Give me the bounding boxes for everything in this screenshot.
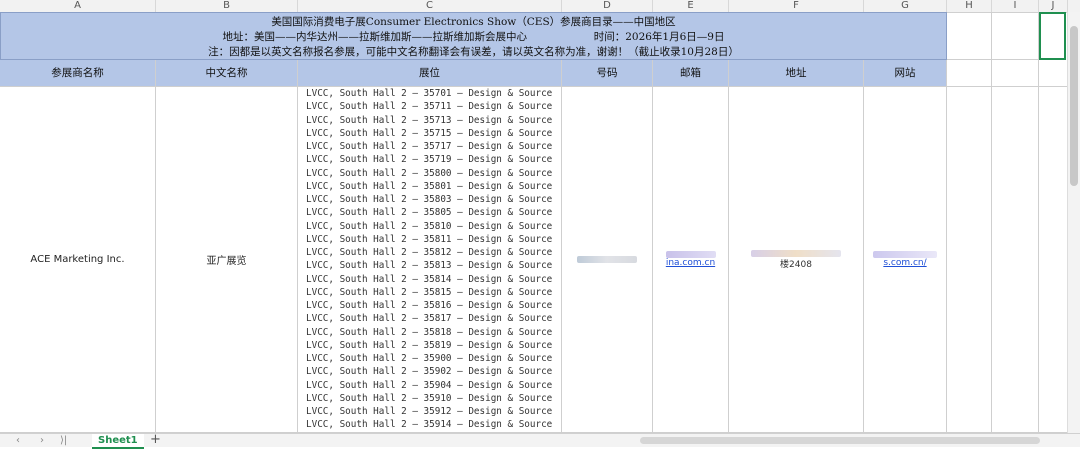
cell-i3[interactable] [992, 87, 1039, 433]
title-line-1: 美国国际消费电子展Consumer Electronics Show（CES）参… [271, 16, 676, 28]
booth-line: LVCC, South Hall 2 — 35812 — Design & So… [306, 247, 553, 258]
booth-line: LVCC, South Hall 2 — 35814 — Design & So… [306, 273, 553, 285]
add-sheet-icon[interactable]: + [150, 432, 161, 447]
title-merged-cell[interactable]: 美国国际消费电子展Consumer Electronics Show（CES）参… [0, 12, 947, 60]
column-letter-b[interactable]: B [156, 0, 298, 12]
address-text: 楼2408 [780, 259, 812, 270]
cell-email[interactable]: ina.com.cn [653, 87, 729, 433]
column-letter-f[interactable]: F [729, 0, 864, 12]
booth-line: LVCC, South Hall 2 — 35815 — Design & So… [306, 286, 553, 298]
address-redacted [751, 249, 841, 257]
header-phone[interactable]: 号码 [562, 60, 653, 87]
cell-h3[interactable] [947, 87, 992, 433]
title-line-2: 地址：美国——内华达州——拉斯维加斯——拉斯维加斯会展中心 时间：2026年1月… [1, 30, 946, 45]
sheet-tab-sheet1[interactable]: Sheet1 [92, 434, 144, 449]
spreadsheet-grid[interactable]: 美国国际消费电子展Consumer Electronics Show（CES）参… [0, 12, 1080, 433]
cell-booths[interactable]: LVCC, South Hall 2 — 35701 — Design & So… [298, 87, 562, 433]
email-link[interactable]: ina.com.cn [666, 258, 715, 268]
booth-line: LVCC, South Hall 2 — 35711 — Design & So… [306, 101, 553, 113]
website-redacted [873, 251, 937, 258]
booth-line: LVCC, South Hall 2 — 35904 — Design & So… [306, 379, 553, 391]
column-letter-a[interactable]: A [0, 0, 156, 12]
cell-h1[interactable] [947, 12, 992, 60]
title-date: 时间：2026年1月6日—9日 [593, 31, 725, 43]
cell-j2[interactable] [1039, 60, 1068, 87]
horizontal-scrollbar[interactable] [640, 437, 1040, 444]
booth-line: LVCC, South Hall 2 — 35912 — Design & So… [306, 406, 553, 417]
cell-i1[interactable] [992, 12, 1039, 60]
booth-line: LVCC, South Hall 2 — 35805 — Design & So… [306, 207, 553, 219]
booth-line: LVCC, South Hall 2 — 35902 — Design & So… [306, 366, 553, 378]
column-letter-g[interactable]: G [864, 0, 947, 12]
cell-h2[interactable] [947, 60, 992, 87]
cell-address[interactable]: 楼2408 [729, 87, 864, 433]
phone-redacted [562, 87, 652, 432]
title-line-3: 注：因都是以英文名称报名参展，可能中文名称翻译会有误差，请以英文名称为准，谢谢！… [208, 46, 739, 58]
exhibitor-name: ACE Marketing Inc. [30, 254, 125, 265]
booth-line: LVCC, South Hall 2 — 35914 — Design & So… [306, 419, 553, 431]
cell-website[interactable]: s.com.cn/ [864, 87, 947, 433]
booth-line: LVCC, South Hall 2 — 35715 — Design & So… [306, 127, 553, 139]
cell-chinese-name[interactable]: 亚广展览 [156, 87, 298, 433]
header-address[interactable]: 地址 [729, 60, 864, 87]
vertical-scroll-thumb[interactable] [1070, 26, 1078, 186]
column-letter-c[interactable]: C [298, 0, 562, 12]
header-website[interactable]: 网站 [864, 60, 947, 87]
header-booth[interactable]: 展位 [298, 60, 562, 87]
booth-line: LVCC, South Hall 2 — 35817 — Design & So… [306, 313, 553, 325]
booth-line: LVCC, South Hall 2 — 35819 — Design & So… [306, 339, 553, 351]
column-letter-j[interactable]: J [1039, 0, 1068, 12]
prev-sheet-icon[interactable]: ‹ [16, 434, 20, 447]
booth-line: LVCC, South Hall 2 — 35719 — Design & So… [306, 154, 553, 166]
booth-line: LVCC, South Hall 2 — 35910 — Design & So… [306, 392, 553, 404]
title-address: 地址：美国——内华达州——拉斯维加斯——拉斯维加斯会展中心 [222, 31, 528, 43]
header-exhibitor-name[interactable]: 参展商名称 [0, 60, 156, 87]
booth-line: LVCC, South Hall 2 — 35717 — Design & So… [306, 141, 553, 152]
cell-exhibitor[interactable]: ACE Marketing Inc. [0, 87, 156, 433]
column-letter-h[interactable]: H [947, 0, 992, 12]
column-letter-i[interactable]: I [992, 0, 1039, 12]
booth-line: LVCC, South Hall 2 — 35713 — Design & So… [306, 114, 553, 126]
booth-line: LVCC, South Hall 2 — 35816 — Design & So… [306, 300, 553, 311]
column-letter-e[interactable]: E [653, 0, 729, 12]
booth-line: LVCC, South Hall 2 — 35701 — Design & So… [306, 88, 553, 99]
booth-line: LVCC, South Hall 2 — 35813 — Design & So… [306, 260, 553, 272]
header-chinese-name[interactable]: 中文名称 [156, 60, 298, 87]
last-sheet-icon[interactable]: ⟩| [60, 434, 67, 447]
booth-line: LVCC, South Hall 2 — 35900 — Design & So… [306, 353, 553, 364]
email-redacted [665, 251, 716, 258]
booth-line: LVCC, South Hall 2 — 35818 — Design & So… [306, 326, 553, 338]
selected-cell-j1[interactable] [1039, 12, 1066, 60]
booth-line: LVCC, South Hall 2 — 35800 — Design & So… [306, 167, 553, 179]
vertical-scrollbar[interactable] [1067, 12, 1080, 433]
booth-line: LVCC, South Hall 2 — 35803 — Design & So… [306, 194, 553, 205]
next-sheet-icon[interactable]: › [40, 434, 44, 447]
website-link[interactable]: s.com.cn/ [883, 258, 926, 268]
header-email[interactable]: 邮箱 [653, 60, 729, 87]
booth-line: LVCC, South Hall 2 — 35810 — Design & So… [306, 220, 553, 232]
chinese-name: 亚广展览 [206, 256, 247, 267]
cell-j3[interactable] [1039, 87, 1068, 433]
booth-list: LVCC, South Hall 2 — 35701 — Design & So… [298, 87, 561, 432]
column-letter-d[interactable]: D [562, 0, 653, 12]
cell-i2[interactable] [992, 60, 1039, 87]
sheet-tab-bar: ‹ › ⟩| Sheet1 + [0, 432, 1080, 449]
booth-line: LVCC, South Hall 2 — 35801 — Design & So… [306, 180, 553, 192]
booth-line: LVCC, South Hall 2 — 35811 — Design & So… [306, 233, 553, 245]
cell-phone[interactable] [562, 87, 653, 433]
